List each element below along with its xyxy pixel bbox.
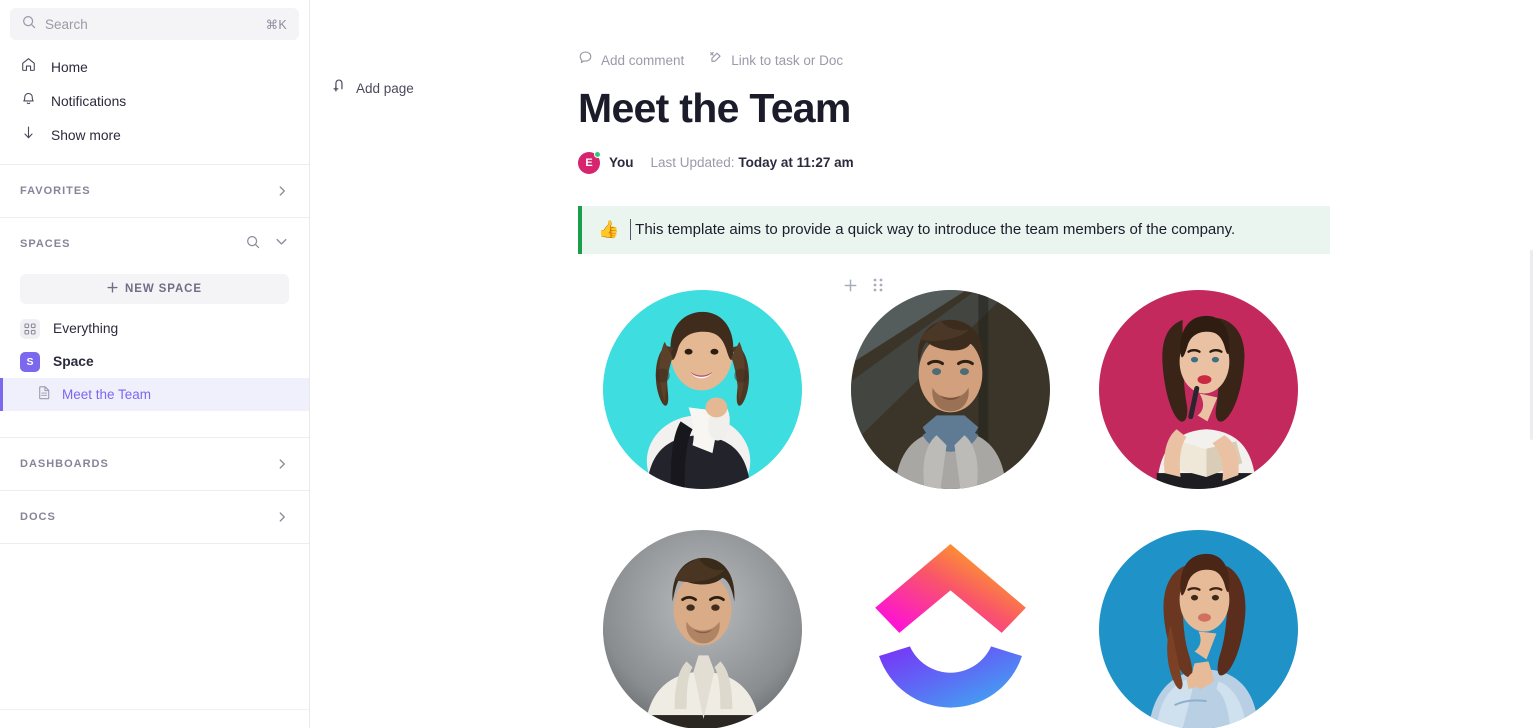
sidebar-item-home-label: Home: [51, 59, 88, 75]
search-container: Search ⌘K: [0, 0, 309, 40]
link-icon: [708, 50, 723, 70]
last-updated-prefix: Last Updated:: [650, 155, 735, 171]
team-member-cell: [578, 289, 826, 489]
space-icon: S: [20, 351, 40, 372]
search-shortcut: ⌘K: [265, 17, 287, 32]
doc-icon: [37, 385, 52, 405]
author-label: You: [609, 155, 634, 171]
sidebar-section-spaces[interactable]: SPACES: [0, 218, 309, 270]
home-icon: [20, 56, 37, 78]
new-space-label: NEW SPACE: [125, 283, 202, 295]
avatar-initial: E: [585, 156, 593, 169]
team-photo-2[interactable]: [850, 289, 1050, 489]
document: Add comment Link to task or Doc Meet the…: [568, 0, 1536, 728]
last-updated: Last Updated: Today at 11:27 am: [651, 155, 854, 170]
new-space-container: NEW SPACE: [0, 270, 309, 312]
thumbs-up-icon: 👍: [598, 220, 620, 240]
team-photo-4[interactable]: [602, 529, 802, 728]
spaces-search-icon[interactable]: [246, 235, 260, 254]
arrow-down-icon: [20, 124, 37, 146]
search-placeholder: Search: [45, 16, 88, 32]
app-root: Search ⌘K Home Notifications Show more F…: [0, 0, 1536, 728]
team-photo-3[interactable]: [1098, 289, 1298, 489]
sidebar-item-notifications[interactable]: Notifications: [0, 84, 309, 118]
add-comment-label: Add comment: [601, 52, 685, 68]
avatar[interactable]: E: [578, 150, 601, 174]
team-member-cell: [826, 289, 1074, 489]
page-title[interactable]: Meet the Team: [578, 85, 1536, 132]
add-page-label: Add page: [356, 80, 414, 96]
document-actions: Add comment Link to task or Doc: [568, 0, 1536, 70]
link-to-task-button[interactable]: Link to task or Doc: [708, 50, 843, 70]
main-content: Add page Add comment Link to task or Doc…: [310, 0, 1536, 728]
search-input[interactable]: Search ⌘K: [10, 8, 299, 40]
sidebar-section-favorites[interactable]: FAVORITES: [0, 165, 309, 217]
sidebar-section-dashboards[interactable]: DASHBOARDS: [0, 438, 309, 490]
add-comment-button[interactable]: Add comment: [578, 50, 684, 70]
add-page-button[interactable]: Add page: [332, 78, 414, 98]
clickup-logo[interactable]: [851, 530, 1050, 728]
sidebar: Search ⌘K Home Notifications Show more F…: [0, 0, 310, 728]
favorites-label: FAVORITES: [20, 185, 91, 197]
sidebar-item-space[interactable]: S Space: [0, 345, 309, 378]
last-updated-value: Today at 11:27 am: [738, 155, 854, 171]
primary-nav: Home Notifications Show more: [0, 40, 309, 164]
docs-label: DOCS: [20, 511, 56, 523]
team-member-cell: [1074, 529, 1322, 728]
online-status-dot: [594, 150, 601, 158]
sidebar-item-show-more[interactable]: Show more: [0, 118, 309, 152]
callout-banner[interactable]: 👍 This template aims to provide a quick …: [578, 205, 1330, 254]
chevron-right-icon[interactable]: [275, 510, 289, 524]
grid-icon: [20, 318, 40, 339]
sidebar-item-home[interactable]: Home: [0, 50, 309, 84]
comment-icon: [578, 50, 593, 70]
sidebar-item-meet-the-team-label: Meet the Team: [62, 387, 152, 402]
bell-icon: [20, 90, 37, 112]
block-hover-tools: [844, 278, 883, 292]
team-member-cell: [1074, 289, 1322, 489]
new-space-button[interactable]: NEW SPACE: [20, 274, 289, 304]
search-icon: [22, 15, 36, 34]
team-member-cell: [826, 530, 1074, 728]
plus-icon[interactable]: [844, 279, 857, 292]
sidebar-item-space-label: Space: [53, 354, 94, 369]
vertical-scrollbar[interactable]: [1530, 250, 1533, 440]
drag-handle-icon[interactable]: [873, 278, 883, 292]
team-photo-6[interactable]: [1098, 529, 1298, 728]
sidebar-item-everything[interactable]: Everything: [0, 312, 309, 345]
callout-text: This template aims to provide a quick wa…: [630, 219, 1235, 241]
spaces-label: SPACES: [20, 238, 71, 250]
sidebar-item-everything-label: Everything: [53, 321, 119, 336]
sidebar-item-show-more-label: Show more: [51, 127, 121, 143]
team-member-cell: [578, 529, 826, 728]
team-photo-1[interactable]: [602, 289, 802, 489]
sidebar-item-notifications-label: Notifications: [51, 93, 127, 109]
sidebar-section-docs[interactable]: DOCS: [0, 491, 309, 543]
add-page-icon: [332, 78, 347, 98]
sidebar-item-meet-the-team[interactable]: Meet the Team: [0, 378, 309, 411]
dashboards-label: DASHBOARDS: [20, 458, 109, 470]
chevron-down-icon[interactable]: [274, 234, 289, 254]
chevron-right-icon[interactable]: [275, 457, 289, 471]
chevron-right-icon[interactable]: [275, 184, 289, 198]
document-meta: E You Last Updated: Today at 11:27 am: [578, 150, 1536, 174]
divider: [0, 709, 309, 710]
team-photo-grid: [578, 289, 1536, 728]
plus-icon: [107, 280, 118, 298]
link-to-task-label: Link to task or Doc: [731, 52, 844, 68]
